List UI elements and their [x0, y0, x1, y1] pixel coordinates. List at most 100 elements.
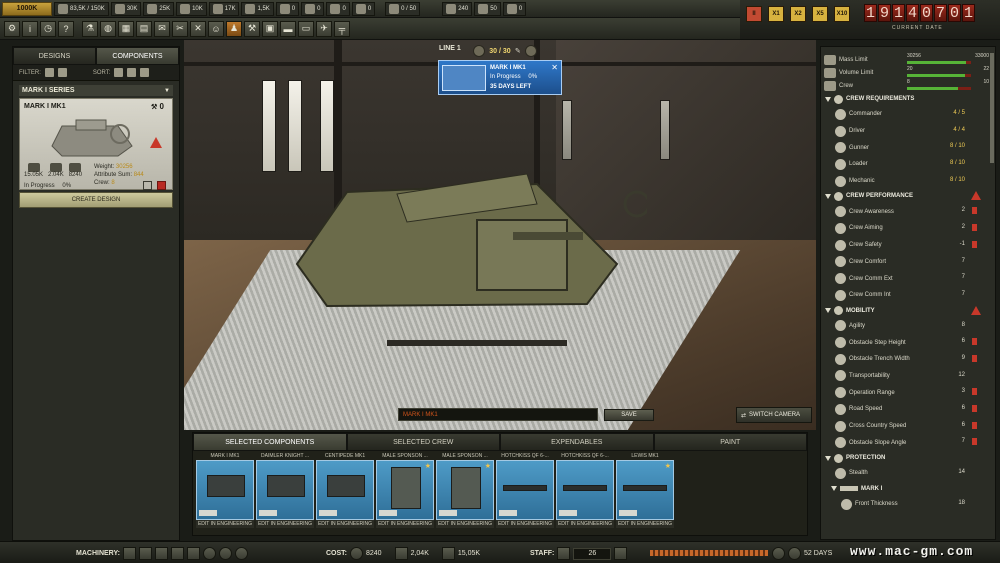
tab-selected-crew[interactable]: SELECTED CREW: [346, 433, 500, 451]
component-slot[interactable]: MALE SPONSON ... ★ EDIT IN ENGINEERING: [376, 453, 434, 528]
tab-selected-components[interactable]: SELECTED COMPONENTS: [193, 433, 347, 451]
worker-engineer-icon[interactable]: 50: [474, 1, 501, 16]
component-image[interactable]: [256, 460, 314, 520]
resource-rubber-icon[interactable]: 10K: [176, 1, 207, 16]
resource-steel-icon[interactable]: 30K: [110, 1, 142, 16]
info-icon[interactable]: i: [22, 20, 38, 37]
gun-icon[interactable]: ╤: [334, 20, 350, 37]
chevron-down-icon[interactable]: [825, 455, 831, 461]
chevron-down-icon[interactable]: [825, 308, 831, 314]
chevron-down-icon[interactable]: ▼: [164, 88, 170, 94]
edit-in-engineering-link[interactable]: EDIT IN ENGINEERING: [496, 520, 554, 528]
component-slot[interactable]: CENTIPEDE MK1 EDIT IN ENGINEERING: [316, 453, 374, 528]
component-slot[interactable]: MARK I MK1 EDIT IN ENGINEERING: [196, 453, 254, 528]
crate-icon[interactable]: ▣: [262, 20, 278, 37]
edit-icon[interactable]: ✎: [515, 47, 521, 55]
staff-input[interactable]: 26: [573, 547, 612, 560]
research-icon[interactable]: ⚗: [82, 20, 98, 37]
resource-shell-icon[interactable]: 0: [326, 1, 350, 16]
engineering-icon[interactable]: ♟: [226, 20, 242, 37]
pause-button[interactable]: II: [746, 6, 762, 22]
drill-icon[interactable]: [170, 547, 184, 560]
globe-icon[interactable]: ◍: [100, 20, 116, 37]
sort-weight-icon[interactable]: [114, 68, 124, 77]
chevron-down-icon[interactable]: [831, 486, 837, 492]
tank-icon[interactable]: ▬: [280, 20, 296, 37]
lathe-icon[interactable]: [138, 547, 152, 560]
component-slot[interactable]: LEWIS MK1 ★ EDIT IN ENGINEERING: [616, 453, 674, 528]
sort-cost-icon[interactable]: [127, 68, 137, 77]
factory-icon[interactable]: ▦: [118, 20, 134, 37]
tab-designs[interactable]: DESIGNS: [13, 47, 96, 65]
edit-in-engineering-link[interactable]: EDIT IN ENGINEERING: [196, 520, 254, 528]
crane-icon[interactable]: [154, 547, 168, 560]
light-icon[interactable]: [202, 547, 216, 560]
component-image[interactable]: ★: [376, 460, 434, 520]
series-header[interactable]: MARK I SERIES ▼: [19, 85, 173, 96]
resource-crate-icon[interactable]: 83,5K / 150K: [54, 1, 109, 16]
hammer-icon[interactable]: ⚒: [244, 20, 260, 37]
component-image[interactable]: [316, 460, 374, 520]
truck-icon[interactable]: ▭: [298, 20, 314, 37]
sort-money-icon[interactable]: [140, 68, 150, 77]
design-name-input[interactable]: MARK I MK1: [398, 408, 598, 421]
joystick-icon[interactable]: [218, 547, 232, 560]
tank-model[interactable]: [287, 144, 647, 354]
edit-in-engineering-link[interactable]: EDIT IN ENGINEERING: [376, 520, 434, 528]
wrench-icon[interactable]: ✕: [190, 20, 206, 37]
component-slot[interactable]: MALE SPONSON ... ★ EDIT IN ENGINEERING: [436, 453, 494, 528]
edit-icon[interactable]: [614, 547, 628, 560]
component-slot[interactable]: DAIMLER KNIGHT ... EDIT IN ENGINEERING: [256, 453, 314, 528]
section-header[interactable]: PROTECTION: [821, 451, 995, 465]
help-icon[interactable]: ?: [58, 20, 74, 37]
resource-coal-icon[interactable]: 1,5K: [241, 1, 274, 16]
warehouse-icon[interactable]: ▤: [136, 20, 152, 37]
tab-paint[interactable]: PAINT: [653, 433, 807, 451]
contract-icon[interactable]: ✉: [154, 20, 170, 37]
minus-icon[interactable]: [473, 45, 485, 57]
component-slot[interactable]: HOTCHKISS QF 6-... EDIT IN ENGINEERING: [496, 453, 554, 528]
resource-fuel-icon[interactable]: 0: [351, 1, 376, 16]
create-design-button[interactable]: CREATE DESIGN: [19, 192, 173, 208]
edit-in-engineering-link[interactable]: EDIT IN ENGINEERING: [436, 520, 494, 528]
plus-icon[interactable]: [525, 45, 537, 57]
component-slot[interactable]: HOTCHKISS QF 6-... EDIT IN ENGINEERING: [556, 453, 614, 528]
tab-components[interactable]: COMPONENTS: [96, 47, 179, 65]
staff-icon[interactable]: ☺: [208, 20, 224, 37]
speed-x1-button[interactable]: X1: [768, 6, 784, 22]
tool-icon[interactable]: [234, 547, 248, 560]
speed-x10-button[interactable]: X10: [834, 6, 850, 22]
design-card[interactable]: MARK I MK1 ⚒ 0 15.05K 2.04K 8240 Weight:…: [19, 98, 173, 190]
component-image[interactable]: ★: [616, 460, 674, 520]
component-image[interactable]: [196, 460, 254, 520]
edit-in-engineering-link[interactable]: EDIT IN ENGINEERING: [616, 520, 674, 528]
tank-viewport[interactable]: [184, 40, 816, 430]
resource-tools-icon[interactable]: 0: [275, 1, 300, 16]
sub-section-mark-i[interactable]: MARK I: [821, 482, 995, 496]
production-card[interactable]: MARK I MK1 In Progress 0% 35 DAYS LEFT ✕: [438, 60, 562, 95]
section-header[interactable]: CREW PERFORMANCE: [821, 189, 995, 203]
resource-oil-icon[interactable]: 17K: [208, 1, 240, 16]
money-counter[interactable]: 1000K: [2, 1, 52, 16]
close-icon[interactable]: ✕: [551, 63, 558, 72]
gear-icon[interactable]: ⚙: [4, 20, 20, 37]
save-button[interactable]: SAVE: [604, 409, 654, 421]
component-image[interactable]: [556, 460, 614, 520]
scrollbar[interactable]: [990, 53, 994, 163]
press-icon[interactable]: [122, 547, 136, 560]
component-image[interactable]: [496, 460, 554, 520]
plane-icon[interactable]: ✈: [316, 20, 332, 37]
clock-icon[interactable]: ◷: [40, 20, 56, 37]
edit-in-engineering-link[interactable]: EDIT IN ENGINEERING: [316, 520, 374, 528]
component-image[interactable]: ★: [436, 460, 494, 520]
filter-crew-icon[interactable]: [57, 68, 67, 77]
edit-in-engineering-link[interactable]: EDIT IN ENGINEERING: [256, 520, 314, 528]
resource-bullet-icon[interactable]: 0: [301, 1, 325, 16]
speed-x2-button[interactable]: X2: [790, 6, 806, 22]
tools-icon[interactable]: ✂: [172, 20, 188, 37]
worker-worker-icon[interactable]: 240: [442, 1, 473, 16]
trash-icon[interactable]: [157, 181, 166, 190]
capacity-counter[interactable]: 0 / 50: [385, 1, 421, 16]
copy-icon[interactable]: [143, 181, 152, 190]
hammer-icon[interactable]: [186, 547, 200, 560]
